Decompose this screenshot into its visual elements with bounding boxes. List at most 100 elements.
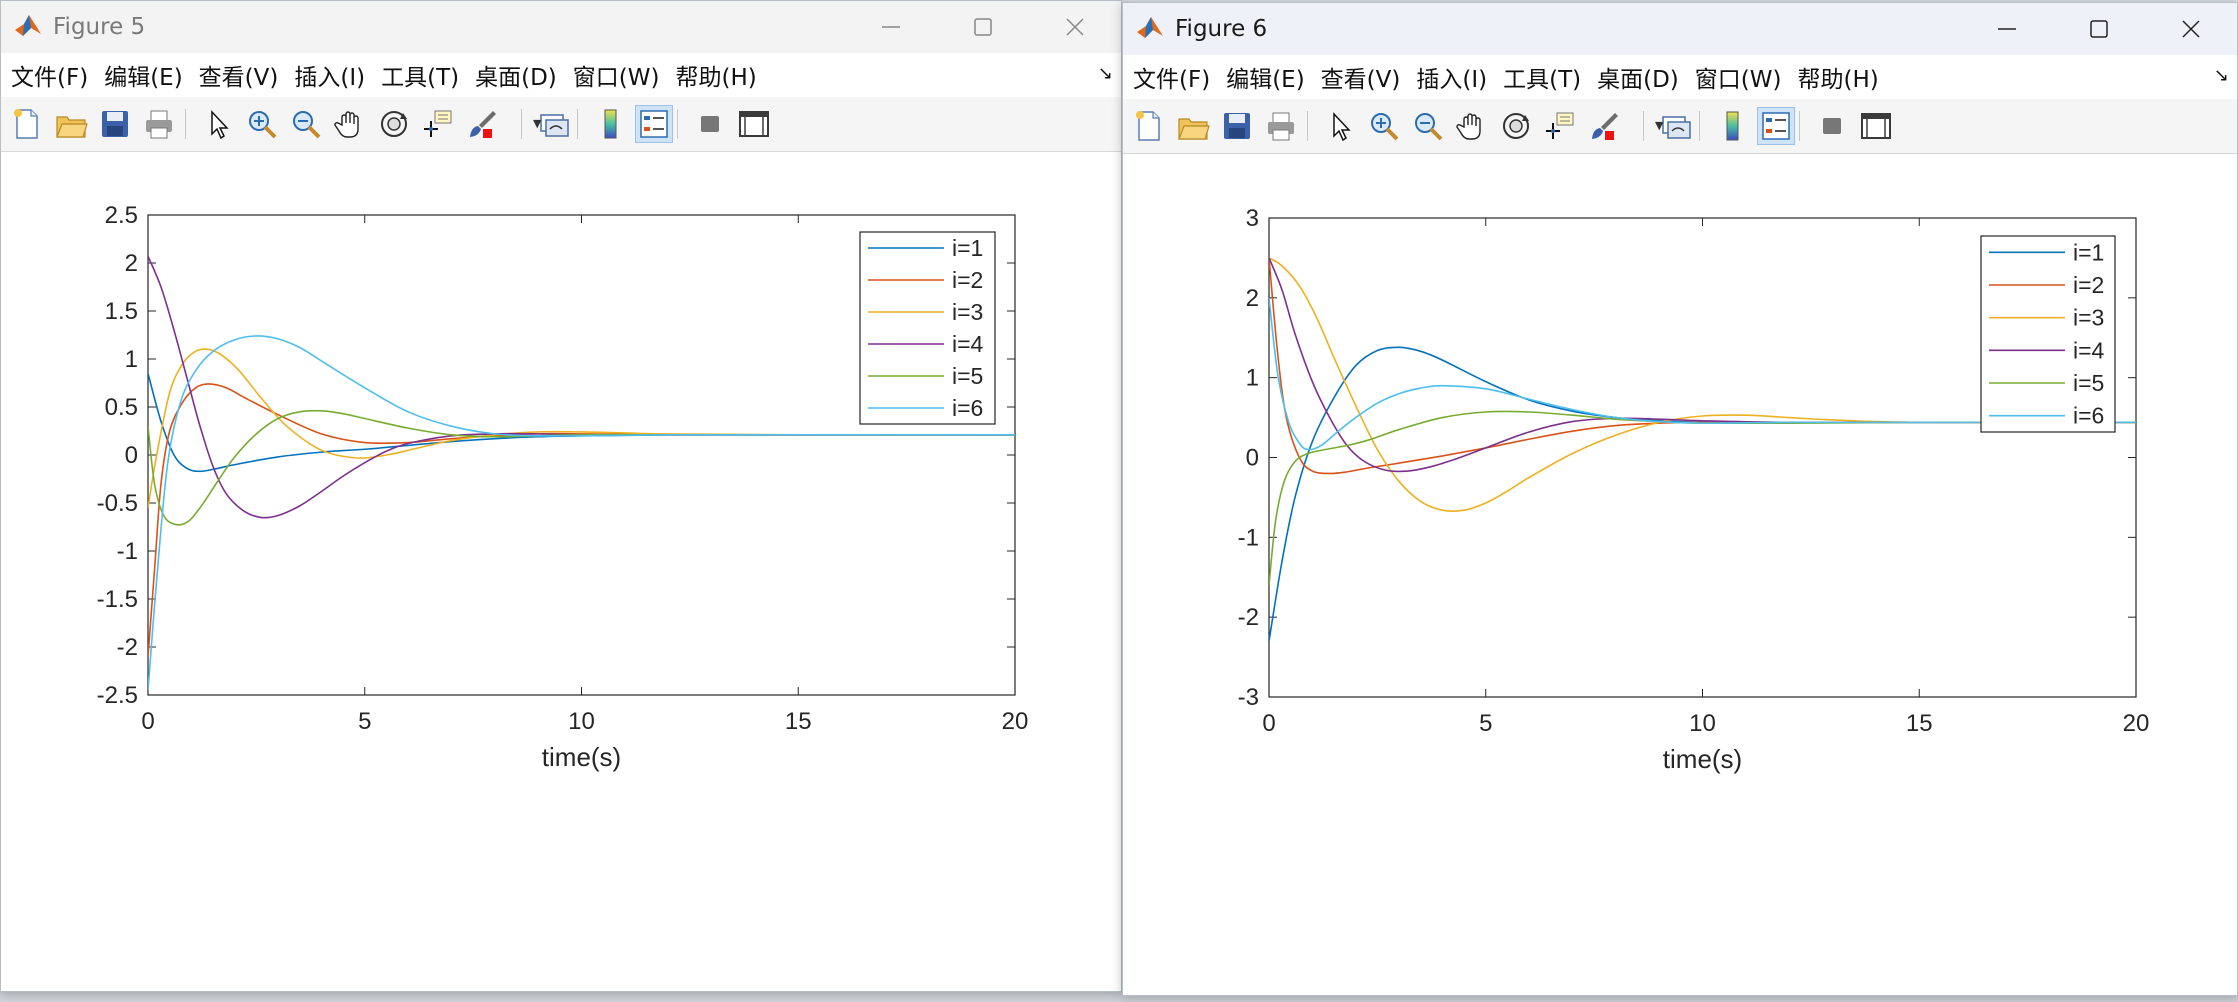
x-tick-label: 15 — [785, 708, 812, 735]
colorbar-button[interactable] — [1714, 108, 1750, 144]
toolbar-separator — [185, 109, 186, 139]
menu-insert[interactable]: 插入(I) — [1416, 60, 1487, 94]
open-file-icon — [56, 116, 88, 138]
legend[interactable]: i=1 i=2 i=3 i=4 i=5 i=6 — [859, 231, 996, 425]
y-tick-label: -3 — [1238, 684, 1259, 711]
minimize-icon — [882, 26, 900, 28]
hide-plot-tools-button[interactable] — [1814, 108, 1850, 144]
window-title: Figure 6 — [1175, 16, 1268, 42]
zoom-out-button[interactable] — [1410, 108, 1446, 144]
show-plot-tools-button[interactable] — [1858, 108, 1894, 144]
colorbar-button[interactable] — [592, 106, 628, 142]
y-tick-label: -2 — [1238, 604, 1259, 631]
brush-dropdown-icon[interactable]: ▼ — [1655, 119, 1663, 132]
menu-desktop[interactable]: 桌面(D) — [475, 58, 557, 92]
menu-window[interactable]: 窗口(W) — [573, 58, 660, 92]
menu-help[interactable]: 帮助(H) — [675, 58, 756, 92]
legend-icon — [640, 110, 668, 138]
legend-label: i=1 — [2073, 239, 2104, 265]
brush-button[interactable] — [464, 106, 500, 142]
close-button[interactable] — [2145, 3, 2237, 55]
menu-file[interactable]: 文件(F) — [11, 58, 88, 92]
hide-plot-tools-icon — [701, 116, 719, 132]
y-tick-label: 0.5 — [105, 394, 138, 421]
new-figure-button[interactable] — [9, 106, 45, 142]
save-button[interactable] — [1219, 108, 1255, 144]
menu-tools[interactable]: 工具(T) — [1503, 60, 1581, 94]
select-arrow-button[interactable] — [200, 106, 236, 142]
title-bar[interactable]: Figure 6 — [1123, 3, 2237, 55]
toolbar-separator — [677, 109, 678, 139]
print-button[interactable] — [1263, 108, 1299, 144]
plot-area: 0 5 10 15 20 -3 -2 -1 0 1 2 3 time(s) i=1 i=2 i=3 i=4 i=5… — [1123, 154, 2237, 995]
legend[interactable]: i=1 i=2 i=3 i=4 i=5 i=6 — [1980, 235, 2116, 433]
new-figure-icon — [14, 109, 38, 139]
maximize-button[interactable] — [2053, 3, 2145, 55]
brush-dropdown-icon[interactable]: ▼ — [533, 117, 541, 130]
pan-hand-button[interactable] — [332, 106, 368, 142]
legend-label: i=6 — [2073, 403, 2104, 429]
dock-arrow-icon[interactable]: ↘ — [2214, 65, 2229, 86]
open-file-button[interactable] — [53, 106, 89, 142]
menu-view[interactable]: 查看(V) — [1321, 60, 1401, 94]
y-tick-label: -1 — [117, 538, 138, 565]
menu-view[interactable]: 查看(V) — [199, 58, 279, 92]
title-bar[interactable]: Figure 5 — [1, 1, 1121, 53]
hide-plot-tools-button[interactable] — [692, 106, 728, 142]
print-icon — [146, 110, 172, 139]
legend-label: i=4 — [2073, 337, 2105, 363]
close-button[interactable] — [1029, 1, 1121, 53]
menu-window[interactable]: 窗口(W) — [1695, 60, 1782, 94]
toolbar-separator — [521, 109, 522, 139]
data-cursor-button[interactable] — [1542, 108, 1578, 144]
brush-button[interactable] — [1586, 108, 1622, 144]
menu-edit[interactable]: 编辑(E) — [104, 58, 182, 92]
line-chart[interactable]: 0 5 10 15 20 -3 -2 -1 0 1 2 3 time(s) i=1 i=2 i=3 i=4 i=5… — [1123, 154, 2237, 994]
zoom-in-button[interactable] — [1366, 108, 1402, 144]
x-tick-label: 5 — [1479, 710, 1492, 737]
select-arrow-icon — [1333, 112, 1351, 142]
pan-hand-button[interactable] — [1454, 108, 1490, 144]
menu-file[interactable]: 文件(F) — [1133, 60, 1210, 94]
menu-tools[interactable]: 工具(T) — [381, 58, 459, 92]
legend-button[interactable] — [635, 105, 673, 143]
menu-edit[interactable]: 编辑(E) — [1226, 60, 1304, 94]
legend-label: i=2 — [952, 267, 983, 293]
y-tick-label: 0 — [1246, 445, 1259, 472]
line-chart[interactable]: 0 5 10 15 20 -2.5 -2 -1.5 -1 -0.5 0 0.5 1 1.5 2 2.5 time… — [1, 152, 1121, 992]
rotate-3d-button[interactable] — [376, 106, 412, 142]
y-tick-label: 2 — [1246, 285, 1259, 312]
menu-help[interactable]: 帮助(H) — [1797, 60, 1878, 94]
zoom-out-button[interactable] — [288, 106, 324, 142]
figure-5-window[interactable]: Figure 5 文件(F) 编辑(E) 查看(V) 插入(I) 工具(T) 桌… — [0, 0, 1122, 992]
open-file-button[interactable] — [1175, 108, 1211, 144]
zoom-in-icon — [249, 111, 277, 139]
maximize-button[interactable] — [937, 1, 1029, 53]
zoom-out-icon — [293, 111, 321, 139]
figure-6-window[interactable]: Figure 6 文件(F) 编辑(E) 查看(V) 插入(I) 工具(T) 桌… — [1122, 2, 2238, 996]
legend-label: i=1 — [952, 235, 983, 261]
menu-desktop[interactable]: 桌面(D) — [1597, 60, 1679, 94]
data-cursor-icon — [424, 110, 452, 137]
data-cursor-button[interactable] — [420, 106, 456, 142]
legend-label: i=5 — [2073, 370, 2104, 396]
legend-button[interactable] — [1757, 107, 1795, 145]
select-arrow-button[interactable] — [1322, 108, 1358, 144]
legend-label: i=4 — [952, 331, 984, 357]
menu-insert[interactable]: 插入(I) — [294, 58, 365, 92]
toolbar-separator — [1799, 111, 1800, 141]
minimize-button[interactable] — [1961, 3, 2053, 55]
rotate-3d-button[interactable] — [1498, 108, 1534, 144]
print-button[interactable] — [141, 106, 177, 142]
y-tick-label: -1 — [1238, 524, 1259, 551]
zoom-in-button[interactable] — [244, 106, 280, 142]
brush-icon — [1592, 113, 1618, 140]
maximize-icon — [974, 18, 992, 36]
save-button[interactable] — [97, 106, 133, 142]
dock-arrow-icon[interactable]: ↘ — [1098, 63, 1113, 84]
show-plot-tools-button[interactable] — [736, 106, 772, 142]
show-plot-tools-icon — [1861, 113, 1891, 139]
minimize-button[interactable] — [845, 1, 937, 53]
new-figure-button[interactable] — [1131, 108, 1167, 144]
save-icon — [1224, 113, 1250, 139]
